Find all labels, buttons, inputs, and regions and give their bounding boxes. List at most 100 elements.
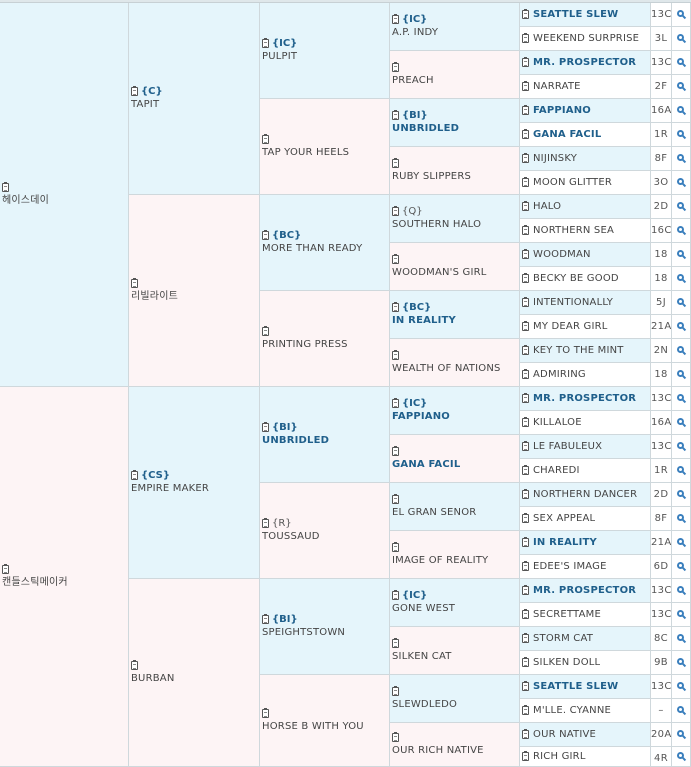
search-icon[interactable] bbox=[676, 178, 684, 185]
search-icon[interactable] bbox=[676, 706, 684, 713]
search-icon[interactable] bbox=[676, 10, 684, 17]
search-icon[interactable] bbox=[676, 418, 684, 425]
clipboard-icon[interactable] bbox=[392, 494, 399, 504]
clipboard-icon[interactable] bbox=[522, 441, 529, 451]
search-icon[interactable] bbox=[676, 298, 684, 305]
clipboard-icon[interactable] bbox=[522, 417, 529, 427]
search-icon[interactable] bbox=[676, 154, 684, 161]
search-icon[interactable] bbox=[676, 370, 684, 377]
clipboard-icon[interactable] bbox=[392, 14, 399, 24]
clipboard-icon[interactable] bbox=[392, 206, 399, 216]
clipboard-icon[interactable] bbox=[522, 273, 529, 283]
clipboard-icon[interactable] bbox=[392, 158, 399, 168]
search-icon[interactable] bbox=[676, 752, 684, 759]
horse-name[interactable]: IN REALITY bbox=[392, 314, 517, 328]
search-icon[interactable] bbox=[676, 274, 684, 281]
clipboard-icon[interactable] bbox=[522, 729, 529, 739]
search-icon[interactable] bbox=[676, 730, 684, 737]
search-icon[interactable] bbox=[676, 442, 684, 449]
search-icon[interactable] bbox=[676, 346, 684, 353]
clipboard-icon[interactable] bbox=[522, 105, 529, 115]
search-icon[interactable] bbox=[676, 634, 684, 641]
search-icon[interactable] bbox=[676, 610, 684, 617]
clipboard-icon[interactable] bbox=[262, 422, 269, 432]
clipboard-icon[interactable] bbox=[522, 585, 529, 595]
clipboard-icon[interactable] bbox=[522, 751, 529, 761]
clipboard-icon[interactable] bbox=[522, 225, 529, 235]
horse-name[interactable]: SEATTLE SLEW bbox=[533, 8, 618, 22]
clipboard-icon[interactable] bbox=[131, 470, 138, 480]
search-icon[interactable] bbox=[676, 490, 684, 497]
search-icon[interactable] bbox=[676, 658, 684, 665]
clipboard-icon[interactable] bbox=[392, 542, 399, 552]
search-icon[interactable] bbox=[676, 106, 684, 113]
search-icon[interactable] bbox=[676, 514, 684, 521]
clipboard-icon[interactable] bbox=[262, 134, 269, 144]
clipboard-icon[interactable] bbox=[522, 321, 529, 331]
clipboard-icon[interactable] bbox=[262, 614, 269, 624]
clipboard-icon[interactable] bbox=[392, 254, 399, 264]
clipboard-icon[interactable] bbox=[392, 302, 399, 312]
search-icon[interactable] bbox=[676, 322, 684, 329]
clipboard-icon[interactable] bbox=[262, 38, 269, 48]
clipboard-icon[interactable] bbox=[131, 660, 138, 670]
clipboard-icon[interactable] bbox=[522, 201, 529, 211]
clipboard-icon[interactable] bbox=[522, 153, 529, 163]
search-icon[interactable] bbox=[676, 394, 684, 401]
search-icon[interactable] bbox=[676, 58, 684, 65]
horse-name[interactable]: SEATTLE SLEW bbox=[533, 680, 618, 694]
clipboard-icon[interactable] bbox=[522, 609, 529, 619]
clipboard-icon[interactable] bbox=[392, 350, 399, 360]
search-icon[interactable] bbox=[676, 586, 684, 593]
clipboard-icon[interactable] bbox=[522, 633, 529, 643]
clipboard-icon[interactable] bbox=[522, 177, 529, 187]
clipboard-icon[interactable] bbox=[2, 564, 9, 574]
horse-name[interactable]: GANA FACIL bbox=[392, 458, 517, 472]
clipboard-icon[interactable] bbox=[522, 537, 529, 547]
clipboard-icon[interactable] bbox=[522, 681, 529, 691]
clipboard-icon[interactable] bbox=[522, 465, 529, 475]
horse-name[interactable]: IN REALITY bbox=[533, 536, 597, 550]
clipboard-icon[interactable] bbox=[131, 278, 138, 288]
search-icon[interactable] bbox=[676, 466, 684, 473]
clipboard-icon[interactable] bbox=[392, 62, 399, 72]
clipboard-icon[interactable] bbox=[522, 489, 529, 499]
clipboard-icon[interactable] bbox=[522, 657, 529, 667]
clipboard-icon[interactable] bbox=[392, 732, 399, 742]
search-icon[interactable] bbox=[676, 202, 684, 209]
clipboard-icon[interactable] bbox=[522, 57, 529, 67]
clipboard-icon[interactable] bbox=[262, 708, 269, 718]
clipboard-icon[interactable] bbox=[392, 446, 399, 456]
clipboard-icon[interactable] bbox=[522, 561, 529, 571]
clipboard-icon[interactable] bbox=[522, 33, 529, 43]
horse-name[interactable]: MR. PROSPECTOR bbox=[533, 584, 636, 598]
search-icon[interactable] bbox=[676, 34, 684, 41]
clipboard-icon[interactable] bbox=[262, 518, 269, 528]
clipboard-icon[interactable] bbox=[522, 9, 529, 19]
clipboard-icon[interactable] bbox=[392, 398, 399, 408]
search-icon[interactable] bbox=[676, 250, 684, 257]
clipboard-icon[interactable] bbox=[131, 86, 138, 96]
clipboard-icon[interactable] bbox=[262, 230, 269, 240]
horse-name[interactable]: UNBRIDLED bbox=[392, 122, 517, 136]
horse-name[interactable]: FAPPIANO bbox=[392, 410, 517, 424]
search-icon[interactable] bbox=[676, 682, 684, 689]
search-icon[interactable] bbox=[676, 82, 684, 89]
horse-name[interactable]: GANA FACIL bbox=[533, 128, 601, 142]
clipboard-icon[interactable] bbox=[392, 638, 399, 648]
clipboard-icon[interactable] bbox=[392, 590, 399, 600]
horse-name[interactable]: FAPPIANO bbox=[533, 104, 591, 118]
clipboard-icon[interactable] bbox=[522, 249, 529, 259]
horse-name[interactable]: MR. PROSPECTOR bbox=[533, 392, 636, 406]
search-icon[interactable] bbox=[676, 538, 684, 545]
search-icon[interactable] bbox=[676, 562, 684, 569]
clipboard-icon[interactable] bbox=[392, 686, 399, 696]
clipboard-icon[interactable] bbox=[522, 345, 529, 355]
search-icon[interactable] bbox=[676, 130, 684, 137]
clipboard-icon[interactable] bbox=[522, 81, 529, 91]
clipboard-icon[interactable] bbox=[522, 297, 529, 307]
clipboard-icon[interactable] bbox=[522, 705, 529, 715]
clipboard-icon[interactable] bbox=[2, 182, 9, 192]
horse-name[interactable]: MR. PROSPECTOR bbox=[533, 56, 636, 70]
clipboard-icon[interactable] bbox=[262, 326, 269, 336]
